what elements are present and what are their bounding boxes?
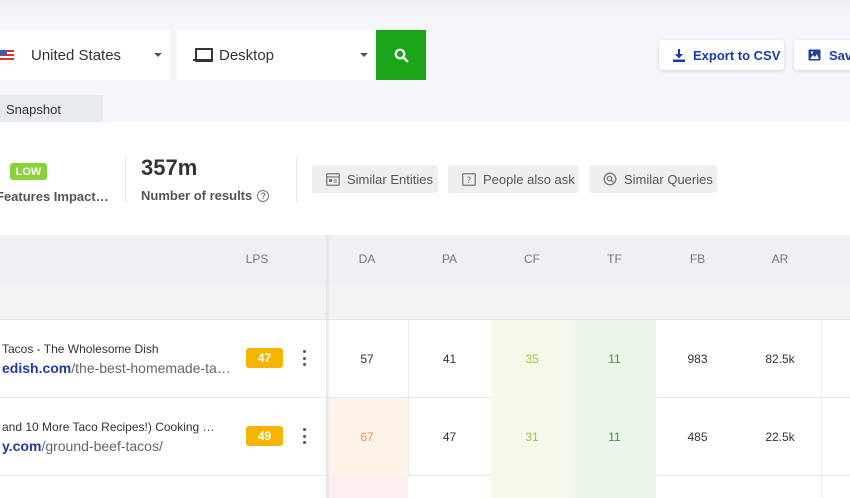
result-url[interactable]: y.com/ground-beef-tacos/ <box>2 438 163 454</box>
cell-cf: 31 <box>491 398 573 476</box>
result-title[interactable]: and 10 More Taco Recipes!) Cooking … <box>2 420 215 434</box>
column-divider <box>821 398 822 476</box>
column-divider <box>821 320 822 398</box>
serp-impact-badge: LOW <box>10 163 47 180</box>
result-title[interactable]: Tacos - The Wholesome Dish <box>2 342 159 356</box>
serp-impact-label: Features Impact… <box>0 189 109 204</box>
query-icon <box>603 172 617 186</box>
save-label: Save <box>829 47 850 63</box>
laptop-icon <box>193 48 213 62</box>
search-button[interactable] <box>376 30 426 80</box>
column-header-tf[interactable]: TF <box>573 235 656 283</box>
column-header-lps[interactable]: LPS <box>226 235 288 283</box>
column-header-da[interactable]: DA <box>326 235 408 283</box>
chip-similar-entities-label: Similar Entities <box>347 171 433 187</box>
tab-snapshot-label: Snapshot <box>6 101 61 117</box>
results-label: Number of results ? <box>141 188 270 203</box>
cell-tf-partial <box>573 476 656 498</box>
country-select-value: United States <box>31 46 122 64</box>
export-csv-button[interactable]: Export to CSV <box>659 40 784 70</box>
results-label-text: Number of results <box>141 188 253 203</box>
save-button[interactable]: Save <box>794 40 850 70</box>
cell-cf: 35 <box>491 320 573 398</box>
column-divider <box>408 398 409 476</box>
column-header-cf[interactable]: CF <box>491 235 573 283</box>
table-row-partial <box>0 476 850 498</box>
device-select-value: Desktop <box>219 46 275 64</box>
cell-da-partial <box>326 476 408 498</box>
cell-ar: 22.5k <box>765 430 795 444</box>
cell-ar: 82.5k <box>765 352 795 366</box>
cell-da: 67 <box>326 398 408 476</box>
sticky-column-shadow <box>326 235 330 498</box>
cell-tf: 11 <box>573 398 656 476</box>
column-header-fb[interactable]: FB <box>656 235 739 283</box>
divider <box>296 157 297 202</box>
column-header-ar[interactable]: AR <box>739 235 821 283</box>
help-icon[interactable]: ? <box>257 189 270 202</box>
image-icon <box>808 49 821 61</box>
chevron-down-icon <box>154 53 162 57</box>
cell-fb: 485 <box>687 430 708 444</box>
table-row[interactable]: Tacos - The Wholesome Dish edish.com/the… <box>0 320 850 398</box>
chip-similar-queries-label: Similar Queries <box>624 171 713 187</box>
entity-icon <box>326 172 340 186</box>
result-url-domain: edish.com <box>2 360 72 376</box>
column-divider <box>408 320 409 398</box>
question-icon: ? <box>462 172 476 186</box>
chip-people-also-ask[interactable]: ? People also ask <box>448 165 579 193</box>
table-row[interactable]: and 10 More Taco Recipes!) Cooking … y.c… <box>0 398 850 476</box>
lps-badge: 47 <box>246 348 283 368</box>
cell-da: 57 <box>360 352 374 366</box>
cell-cf-partial <box>491 476 573 498</box>
search-icon <box>394 48 408 62</box>
chip-similar-entities[interactable]: Similar Entities <box>312 165 438 193</box>
column-header-pa[interactable]: PA <box>408 235 491 283</box>
chip-people-also-ask-label: People also ask <box>483 171 575 187</box>
table-group-row <box>0 283 850 320</box>
svg-text:?: ? <box>467 176 472 186</box>
result-url-domain: y.com <box>2 438 42 454</box>
us-flag-icon <box>0 50 14 60</box>
more-options-icon[interactable] <box>301 428 307 444</box>
results-count: 357m <box>141 155 198 180</box>
more-options-icon[interactable] <box>301 350 307 366</box>
country-select[interactable]: United States <box>0 30 170 80</box>
tab-snapshot[interactable]: Snapshot <box>0 95 103 123</box>
result-url[interactable]: edish.com/the-best-homemade-ta… <box>2 360 231 376</box>
chip-similar-queries[interactable]: Similar Queries <box>589 165 717 193</box>
cell-pa: 47 <box>442 430 457 444</box>
table-header: LPS DA PA CF TF FB AR <box>0 235 850 283</box>
column-divider <box>821 476 822 498</box>
export-csv-label: Export to CSV <box>693 47 781 63</box>
chevron-down-icon <box>360 53 368 57</box>
result-url-path: /ground-beef-tacos/ <box>41 438 163 454</box>
cell-pa: 41 <box>442 352 457 366</box>
download-icon <box>673 48 685 62</box>
cell-tf: 11 <box>573 320 656 398</box>
device-select[interactable]: Desktop <box>177 30 376 80</box>
result-url-path: /the-best-homemade-ta… <box>71 360 231 376</box>
divider <box>125 157 126 202</box>
summary-panel: LOW Features Impact… 357m Number of resu… <box>0 122 850 235</box>
lps-badge: 49 <box>246 426 283 446</box>
top-strip <box>0 0 850 18</box>
cell-fb: 983 <box>687 352 708 366</box>
